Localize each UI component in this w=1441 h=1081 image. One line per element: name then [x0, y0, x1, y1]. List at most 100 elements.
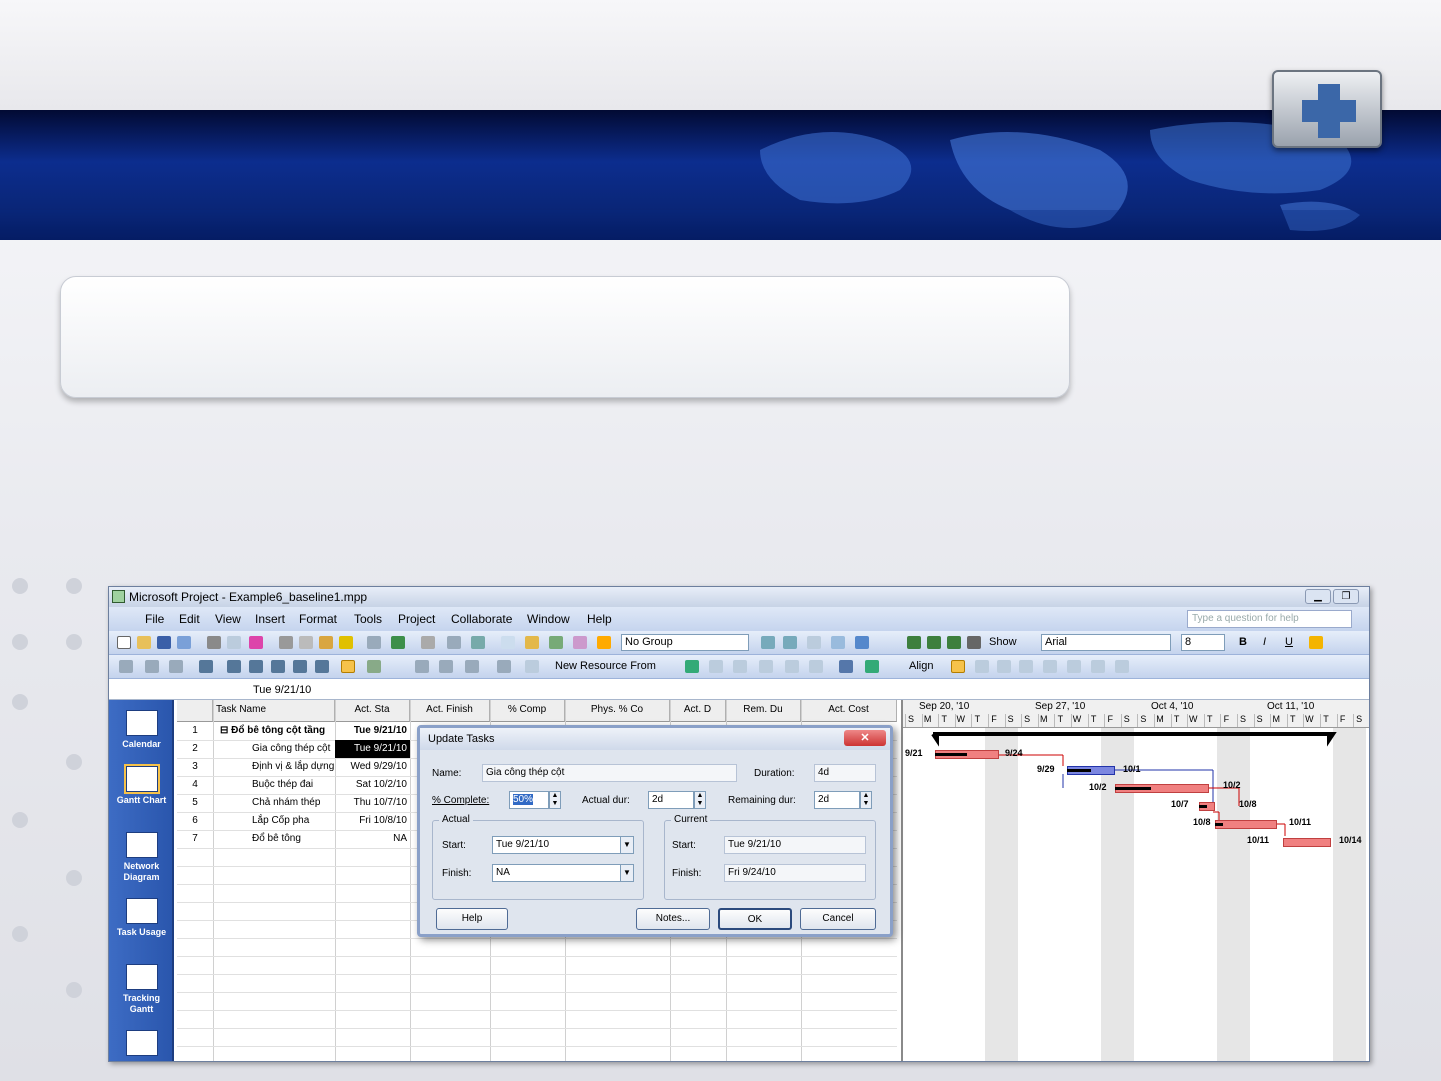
team-icon[interactable] [465, 660, 479, 673]
format-painter-icon[interactable] [339, 636, 353, 649]
table-row-act-start[interactable]: Fri 10/8/10 [335, 812, 410, 830]
table-row-task-name[interactable]: Buộc thép đai [249, 776, 335, 794]
ungroup-icon[interactable] [1091, 660, 1105, 673]
zoom-out-icon[interactable] [783, 636, 797, 649]
menu-project[interactable]: Project [398, 612, 435, 626]
underline-button[interactable]: U [1285, 636, 1293, 648]
collaborate-icon[interactable] [367, 660, 381, 673]
table-row-act-start[interactable]: Wed 9/29/10 [335, 758, 410, 776]
copy-view-icon[interactable] [831, 636, 845, 649]
plus-icon[interactable] [1272, 70, 1382, 148]
copy-picture-icon[interactable] [549, 636, 563, 649]
copy-icon[interactable] [299, 636, 313, 649]
percent-75-icon[interactable] [293, 660, 307, 673]
table-row-act-start[interactable]: Tue 9/21/10 [335, 722, 410, 740]
gantt-bar-task-6[interactable] [1215, 820, 1277, 829]
table-row-task-name[interactable]: ⊟ Đổ bê tông cột tầng [217, 722, 335, 740]
percent-complete-input[interactable]: 50% [509, 791, 549, 809]
view-network-diagram[interactable]: Network Diagram [113, 832, 170, 883]
table-row-task-name[interactable]: Định vị & lắp dựng [249, 758, 335, 776]
view-gantt-chart[interactable]: Gantt Chart [113, 764, 170, 806]
draw-icon[interactable] [1115, 660, 1129, 673]
ok-button[interactable]: OK [718, 908, 792, 930]
remaining-dur-input[interactable]: 2d [814, 791, 860, 809]
view-tracking-gantt[interactable]: Tracking Gantt [113, 964, 170, 1015]
update-icon[interactable] [145, 660, 159, 673]
filter-icon[interactable] [785, 660, 799, 673]
row-id[interactable]: 7 [177, 830, 213, 848]
assign-icon-2[interactable] [865, 660, 879, 673]
close-icon[interactable]: ✕ [844, 730, 886, 746]
menu-collaborate[interactable]: Collaborate [451, 612, 512, 626]
table-row-act-start[interactable]: Thu 10/7/10 [335, 794, 410, 812]
percent-icon[interactable] [199, 660, 213, 673]
font-size-combo[interactable]: 8 [1181, 634, 1225, 651]
table-row-task-name[interactable]: Đổ bê tông [249, 830, 335, 848]
resource-icon[interactable] [415, 660, 429, 673]
unlink-icon[interactable] [421, 636, 435, 649]
col-act-cost[interactable]: Act. Cost [801, 700, 897, 722]
table-row-act-start[interactable]: Sat 10/2/10 [335, 776, 410, 794]
view-resource-graph[interactable] [113, 1030, 170, 1059]
assign-icon[interactable] [525, 636, 539, 649]
menu-file[interactable]: File [145, 612, 164, 626]
gantt-bar-task-7[interactable] [1283, 838, 1331, 847]
view-task-usage[interactable]: Task Usage [113, 898, 170, 938]
level-icon[interactable] [439, 660, 453, 673]
add-resource-icon[interactable] [685, 660, 699, 673]
dash-icon[interactable] [967, 636, 981, 649]
actual-finish-input[interactable]: NA ▼ [492, 864, 634, 882]
view-calendar[interactable]: Calendar [113, 710, 170, 750]
resource-pool-icon[interactable] [525, 660, 539, 673]
percent-0-icon[interactable] [227, 660, 241, 673]
paste-icon[interactable] [319, 636, 333, 649]
row-id[interactable]: 6 [177, 812, 213, 830]
row-id[interactable]: 1 [177, 722, 213, 740]
arrow-left-icon[interactable] [907, 636, 921, 649]
row-id[interactable]: 5 [177, 794, 213, 812]
percent-50-icon[interactable] [271, 660, 285, 673]
actual-dur-input[interactable]: 2d [648, 791, 694, 809]
align-menu[interactable]: Align [909, 660, 933, 672]
assign-resource-icon[interactable] [597, 636, 611, 649]
row-id[interactable]: 3 [177, 758, 213, 776]
chevron-down-icon[interactable]: ▼ [620, 865, 633, 881]
col-percent-complete[interactable]: % Comp [490, 700, 565, 722]
menu-format[interactable]: Format [299, 612, 337, 626]
arrow-right-icon[interactable] [927, 636, 941, 649]
row-id[interactable]: 2 [177, 740, 213, 758]
table-row-task-name[interactable]: Chả nhám thép [249, 794, 335, 812]
autofilter-icon[interactable] [839, 660, 853, 673]
table-row-task-name[interactable]: Gia công thép cột [249, 740, 335, 758]
notes-button[interactable]: Notes... [636, 908, 710, 930]
font-combo[interactable]: Arial [1041, 634, 1171, 651]
show-menu[interactable]: Show [989, 636, 1017, 648]
table-row-task-name[interactable]: Lắp Cốp pha [249, 812, 335, 830]
help-icon[interactable] [855, 636, 869, 649]
open-icon[interactable] [137, 636, 151, 649]
print-icon[interactable] [207, 636, 221, 649]
align-left-icon[interactable] [951, 660, 965, 673]
align-center-icon[interactable] [975, 660, 989, 673]
new-icon[interactable] [117, 636, 131, 649]
update-tasks-icon[interactable] [341, 660, 355, 673]
menu-view[interactable]: View [215, 612, 241, 626]
actual-dur-spinner[interactable]: ▲ ▼ [694, 791, 706, 809]
percent-25-icon[interactable] [249, 660, 263, 673]
cut-icon[interactable] [279, 636, 293, 649]
menu-tools[interactable]: Tools [354, 612, 382, 626]
publish-icon[interactable] [573, 636, 587, 649]
row-id[interactable]: 4 [177, 776, 213, 794]
spell-icon[interactable] [249, 636, 263, 649]
tracking-icon[interactable] [119, 660, 133, 673]
zoom-in-icon[interactable] [761, 636, 775, 649]
find-resource-icon[interactable] [733, 660, 747, 673]
save-icon[interactable] [157, 636, 171, 649]
menu-insert[interactable]: Insert [255, 612, 285, 626]
share-icon[interactable] [497, 660, 511, 673]
menu-edit[interactable]: Edit [179, 612, 200, 626]
menu-window[interactable]: Window [527, 612, 570, 626]
preview-icon[interactable] [227, 636, 241, 649]
menu-help[interactable]: Help [587, 612, 612, 626]
chevron-down-icon[interactable]: ▼ [620, 837, 633, 853]
